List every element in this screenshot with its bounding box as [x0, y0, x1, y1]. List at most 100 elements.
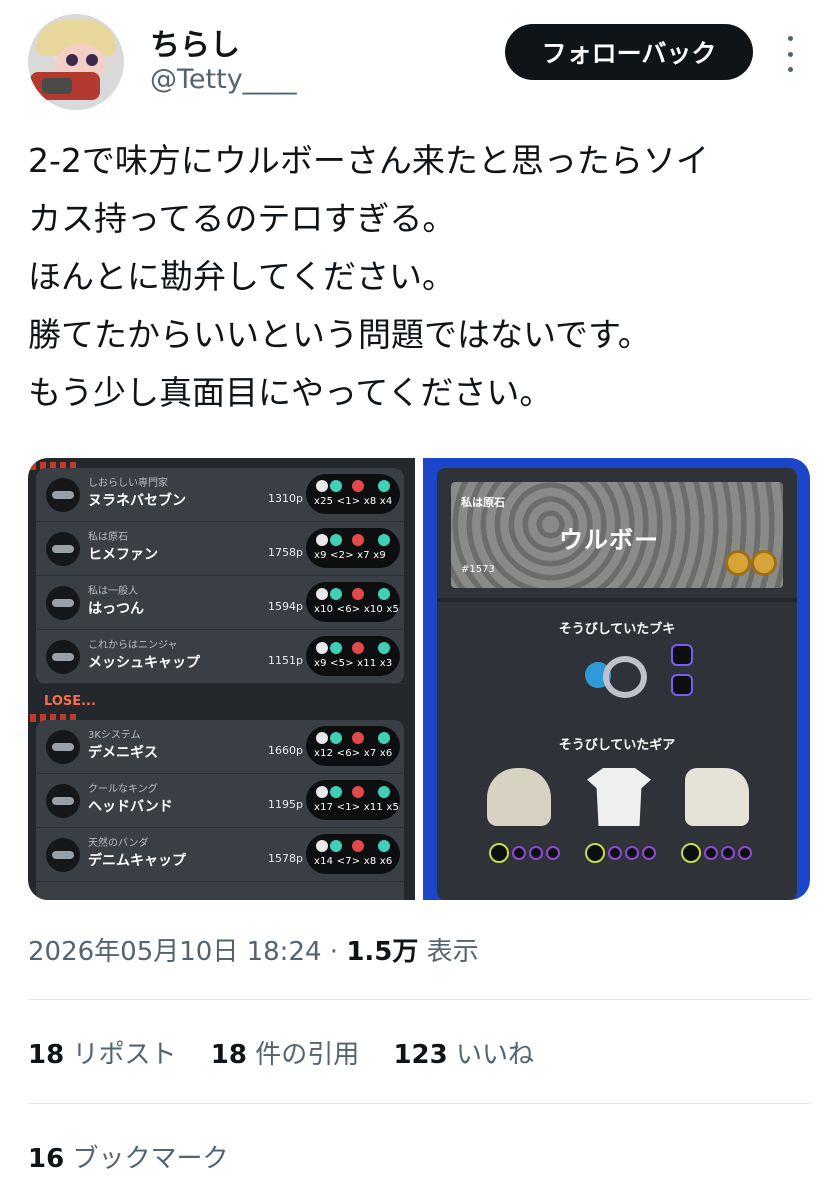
kill-icon	[316, 588, 328, 600]
death-icon	[352, 642, 364, 654]
meta-separator: ·	[329, 937, 339, 967]
gear-section-label: そうびしていたギア	[558, 738, 676, 753]
shoes-abilities	[681, 843, 752, 863]
special-icon	[378, 534, 390, 546]
death-icon	[352, 480, 364, 492]
assist-icon	[330, 732, 342, 744]
bookmarks-count: 16	[28, 1144, 65, 1174]
engagement-stats: 18 リポスト 18 件の引用 123 いいね	[28, 1034, 560, 1071]
special-icon	[378, 732, 390, 744]
weapon-icon	[46, 640, 80, 674]
player-card: 私は原石 ウルボー #1573 そうびしていたブキ そうびしていたギア	[437, 468, 797, 900]
weapon-icon	[46, 586, 80, 620]
player-name: はっつん	[88, 601, 144, 617]
shoes-icon	[685, 768, 749, 826]
nameplate-name: ウルボー	[559, 526, 659, 554]
sub-weapon-icon	[671, 644, 693, 666]
player-points: 1310p	[268, 492, 303, 505]
stats-text: x14 <7> x8 x6	[314, 856, 393, 867]
player-stats: x9 <5> x11 x3	[306, 636, 400, 676]
badge-icon	[725, 550, 751, 576]
quotes-stat[interactable]: 18 件の引用	[211, 1040, 359, 1070]
tweet-line: 勝てたからいいという問題ではないです。	[28, 315, 651, 354]
scoreboard-row: 私は一般人 はっつん 1594p x10 <6> x10 x5	[36, 576, 404, 630]
kill-icon	[316, 534, 328, 546]
scoreboard-row: 天然のバンダ デニムキャップ 1578p x14 <7> x8 x6	[36, 828, 404, 882]
reposts-label: リポスト	[72, 1040, 177, 1070]
assist-icon	[330, 786, 342, 798]
player-points: 1578p	[268, 852, 303, 865]
player-title: これからはニンジャ	[88, 640, 178, 651]
bookmarks-stat[interactable]: 16 ブックマーク	[28, 1138, 228, 1175]
lose-team-panel: 3Kシステム デメニギス 1660p x12 <6> x7 x6 クールなキング ヘッドバ…	[36, 720, 404, 900]
weapon-icon	[46, 838, 80, 872]
player-title: 私は一般人	[88, 586, 138, 597]
more-options-icon[interactable]	[778, 36, 802, 72]
scoreboard-row: しおらしい専門家ヌラネバセブン 1310p x25 <1> x8 x4	[36, 468, 404, 522]
assist-icon	[330, 840, 342, 852]
stats-text: x12 <6> x7 x6	[314, 748, 393, 759]
user-handle[interactable]: @Tetty____	[150, 64, 297, 95]
scoreboard-row: クールなキング ヘッドバンド 1195p x17 <1> x11 x5	[36, 774, 404, 828]
divider	[28, 1103, 810, 1104]
tweet-line: カス持ってるのテロすぎる。	[28, 199, 456, 238]
win-team-panel: しおらしい専門家ヌラネバセブン 1310p x25 <1> x8 x4 私は原石 ヒメフ…	[36, 468, 404, 684]
kill-icon	[316, 786, 328, 798]
avatar[interactable]	[28, 14, 124, 110]
reposts-stat[interactable]: 18 リポスト	[28, 1040, 176, 1070]
weapon-icon	[585, 652, 655, 702]
player-title: 天然のバンダ	[88, 838, 149, 849]
scoreboard-row: 3Kシステム デメニギス 1660p x12 <6> x7 x6	[36, 720, 404, 774]
divider	[28, 999, 810, 1000]
weapon-section-label: そうびしていたブキ	[558, 622, 676, 637]
likes-label: いいね	[456, 1040, 535, 1070]
death-icon	[352, 732, 364, 744]
bookmarks-label: ブックマーク	[72, 1144, 229, 1174]
special-icon	[378, 786, 390, 798]
weapon-icon	[46, 730, 80, 764]
special-weapon-icon	[671, 674, 693, 696]
death-icon	[352, 588, 364, 600]
display-name[interactable]: ちらし	[150, 20, 240, 64]
scoreboard-image[interactable]: しおらしい専門家ヌラネバセブン 1310p x25 <1> x8 x4 私は原石 ヒメフ…	[28, 458, 415, 900]
clothing-abilities	[585, 843, 656, 863]
weapon-icon	[46, 784, 80, 818]
player-points: 1195p	[268, 798, 303, 811]
likes-stat[interactable]: 123 いいね	[393, 1040, 534, 1070]
reposts-count: 18	[28, 1040, 65, 1070]
lose-label: LOSE...	[44, 694, 96, 709]
weapon-icon	[46, 478, 80, 512]
player-title: クールなキング	[88, 784, 158, 795]
timestamp-text[interactable]: 2026年05月10日 18:24	[28, 937, 322, 967]
player-points: 1660p	[268, 744, 303, 757]
player-name: ヌラネバセブン	[88, 493, 186, 509]
assist-icon	[330, 534, 342, 546]
views-label: 表示	[426, 937, 479, 967]
kill-icon	[316, 480, 328, 492]
kill-icon	[316, 642, 328, 654]
death-icon	[352, 534, 364, 546]
player-name: ヘッドバンド	[88, 799, 173, 815]
player-stats: x10 <6> x10 x5	[306, 582, 400, 622]
stats-text: x9 <2> x7 x9	[314, 550, 386, 561]
weapon-icon	[46, 532, 80, 566]
death-icon	[352, 786, 364, 798]
tweet-timestamp[interactable]: 2026年05月10日 18:24 · 1.5万 表示	[28, 931, 479, 968]
player-title: 私は原石	[88, 532, 128, 543]
player-title: しおらしい専門家	[88, 478, 168, 489]
player-card-image[interactable]: 私は原石 ウルボー #1573 そうびしていたブキ そうびしていたギア	[423, 458, 810, 900]
headgear-abilities	[489, 843, 560, 863]
likes-count: 123	[393, 1040, 448, 1070]
scoreboard-row: 私は原石 ヒメファン 1758p x9 <2> x7 x9	[36, 522, 404, 576]
nameplate-number: #1573	[461, 564, 495, 575]
player-stats: x14 <7> x8 x6	[306, 834, 400, 874]
quotes-label: 件の引用	[255, 1040, 360, 1070]
stats-text: x25 <1> x8 x4	[314, 496, 393, 507]
nameplate: 私は原石 ウルボー #1573	[451, 482, 783, 588]
assist-icon	[330, 588, 342, 600]
player-name: デメニギス	[88, 745, 158, 761]
clothing-icon	[587, 768, 651, 826]
tweet-line: ほんとに勘弁してください。	[28, 257, 456, 296]
player-stats: x25 <1> x8 x4	[306, 474, 400, 514]
follow-back-button[interactable]: フォローバック	[505, 24, 753, 80]
